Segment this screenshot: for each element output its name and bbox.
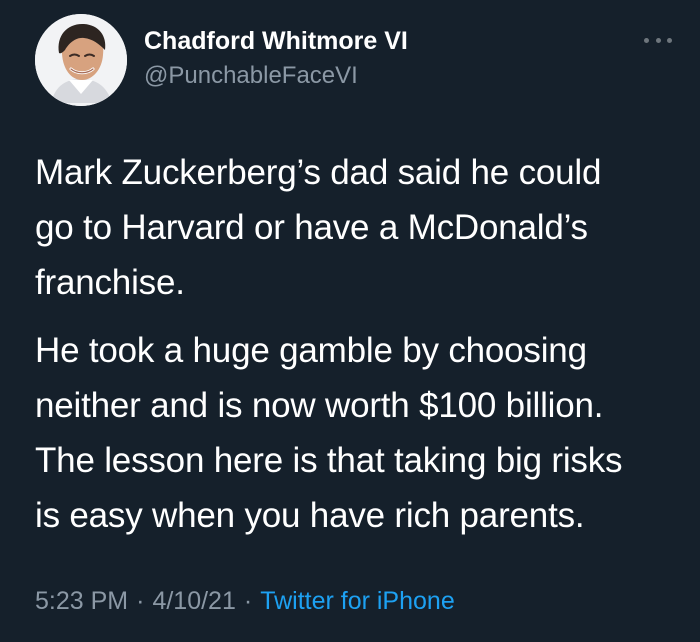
tweet-line: neither and is now worth $100 billion. [35,386,604,425]
dot-icon [655,37,661,43]
tweet-metadata: 5:23 PM · 4/10/21 · Twitter for iPhone [35,585,665,617]
tweet-source-link[interactable]: Twitter for iPhone [260,587,455,615]
tweet-header: Chadford Whitmore VI @PunchableFaceVI [35,14,672,106]
tweet-line: He took a huge gamble by choosing [35,331,587,370]
avatar[interactable] [35,14,127,106]
tweet-card: Chadford Whitmore VI @PunchableFaceVI Ma… [0,0,700,642]
meta-separator: · [136,587,145,615]
tweet-body: Mark Zuckerberg’s dad said he could go t… [35,145,665,543]
tweet-line: go to Harvard or have a McDonald’s [35,208,588,247]
author-handle[interactable]: @PunchableFaceVI [144,62,408,90]
tweet-line: The lesson here is that taking big risks [35,441,623,480]
tweet-paragraph-2: He took a huge gamble by choosing neithe… [35,323,665,543]
meta-separator: · [243,587,253,615]
tweet-line: franchise. [35,263,185,302]
more-options-icon[interactable] [644,32,672,48]
dot-icon [644,37,649,43]
profile-photo-icon [35,14,127,106]
dot-icon [667,37,672,43]
tweet-line: is easy when you have rich parents. [35,496,585,535]
author-identity: Chadford Whitmore VI @PunchableFaceVI [144,26,408,90]
tweet-paragraph-1: Mark Zuckerberg’s dad said he could go t… [35,145,665,310]
tweet-line: Mark Zuckerberg’s dad said he could [35,153,602,192]
tweet-time[interactable]: 5:23 PM [35,587,128,615]
tweet-date[interactable]: 4/10/21 [152,587,235,615]
author-display-name[interactable]: Chadford Whitmore VI [144,26,408,56]
